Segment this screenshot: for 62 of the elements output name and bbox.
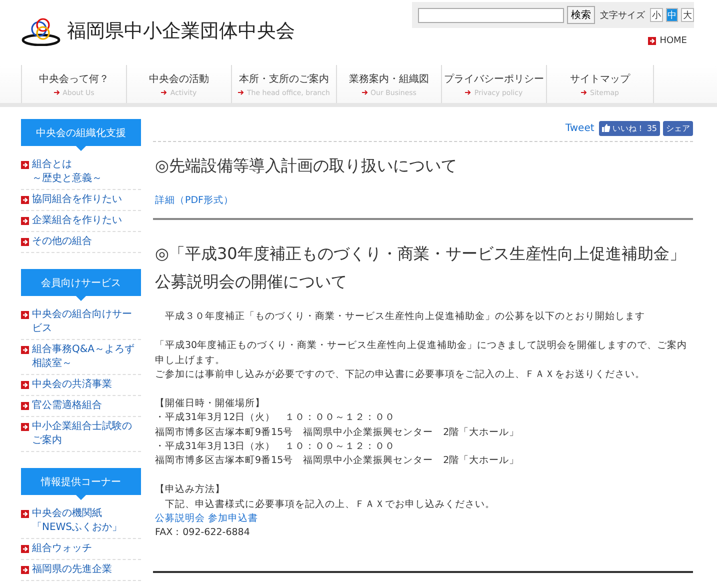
font-size-button[interactable]: 小 — [650, 8, 663, 22]
body-text: FAX：092-622-6884 — [155, 526, 251, 540]
home-link[interactable]: HOME — [648, 36, 687, 46]
logo-icon — [21, 16, 61, 46]
body-text: 下記、申込書様式に必要事項を記入の上、ＦＡＸでお申し込みください。 — [164, 498, 496, 512]
body-text: 「平成30年度補正ものづくり・商業・サービス生産性向上促進補助金」につきまして説明会を開催しますので、ご案内申し上げます。 — [155, 339, 688, 368]
arrow-icon — [21, 545, 29, 553]
thumbs-up-icon — [602, 124, 610, 132]
site-title: 福岡県中小企業団体中央会 — [67, 19, 295, 44]
like-button[interactable]: いいね！ 35 — [599, 120, 660, 136]
arrow-icon — [648, 37, 656, 45]
arrow-icon — [21, 238, 29, 246]
sidebar-link[interactable]: 中央会の共済事業 — [32, 378, 112, 392]
arrow-icon — [581, 90, 587, 95]
sidebar-link[interactable]: 組合ウォッチ — [32, 542, 92, 556]
body-text: ・平成31年3月13日（水） １０：００～１２：００ — [155, 440, 396, 454]
arrow-icon — [362, 90, 368, 95]
arrow-icon — [21, 402, 29, 410]
arrow-icon — [54, 90, 60, 95]
font-size-label: 文字サイズ — [600, 10, 645, 22]
sidebar-heading: 情報提供コーナー — [21, 468, 141, 500]
article-title: ◎「平成30年度補正ものづくり・商業・サービス生産性向上促進補助金」公募説明会の開催について — [155, 243, 686, 294]
sidebar-link[interactable]: 組合事務Q&A～よろず相談室～ — [32, 343, 141, 371]
search-button[interactable]: 検索 — [567, 6, 595, 24]
body-text: 【申込み方法】 — [155, 483, 226, 498]
sidebar-link[interactable]: 官公需適格組合 — [32, 399, 102, 413]
body-text: 福岡市博多区吉塚本町9番15号 福岡県中小企業振興センター 2階「大ホール」 — [155, 454, 520, 468]
sidebar-heading: 中央会の組織化支援 — [21, 119, 141, 151]
arrow-icon — [21, 566, 29, 574]
arrow-icon — [21, 196, 29, 204]
sidebar-link[interactable]: 企業組合を作りたい — [32, 214, 122, 228]
arrow-icon — [21, 311, 29, 319]
sidebar-link[interactable]: 組合とは ～歴史と意義～ — [32, 158, 102, 186]
arrow-icon — [21, 346, 29, 354]
arrow-icon — [21, 510, 29, 518]
sidebar-link[interactable]: 中小企業組合士試験のご案内 — [32, 420, 141, 448]
body-text: 【開催日時・開催場所】 — [155, 396, 266, 411]
share-button[interactable]: シェア — [663, 120, 693, 136]
tweet-link[interactable]: Tweet — [565, 122, 594, 134]
sidebar-link[interactable]: 福岡県の先進企業 — [32, 563, 112, 577]
sidebar-link[interactable]: 中央会の機関紙 「NEWSふくおか」 — [32, 507, 122, 535]
text-link[interactable]: 詳細（PDF形式） — [155, 194, 234, 208]
arrow-icon — [161, 90, 168, 95]
body-text: 福岡市博多区吉塚本町9番15号 福岡県中小企業振興センター 2階「大ホール」 — [155, 426, 520, 440]
sidebar-heading: 会員向けサービス — [21, 269, 141, 301]
arrow-icon — [21, 217, 29, 225]
body-text: ご参加には事前申し込みが必要ですので、下記の申込書に必要事項をご記入の上、ＦＡＸをお送りください。 — [155, 368, 646, 382]
sidebar-link[interactable]: 中央会の組合向けサービス — [32, 308, 141, 336]
arrow-icon — [21, 381, 29, 389]
sidebar-link[interactable]: その他の組合 — [32, 235, 92, 249]
arrow-icon — [21, 423, 29, 431]
font-size-button[interactable]: 大 — [681, 8, 694, 22]
sidebar-link[interactable]: 協同組合を作りたい — [32, 193, 122, 207]
body-text: ・平成31年3月12日（火） １０：００～１２：００ — [155, 411, 396, 426]
text-link[interactable]: 公募説明会 参加申込書 — [155, 512, 258, 526]
article-title: ◎先端設備等導入計画の取り扱いについて — [155, 155, 458, 177]
arrow-icon — [238, 90, 244, 95]
search-field[interactable] — [418, 8, 564, 22]
arrow-icon — [21, 161, 29, 169]
font-size-button[interactable]: 中 — [666, 8, 678, 22]
arrow-icon — [465, 90, 472, 95]
body-text: 平成３０年度補正「ものづくり・商業・サービス生産性向上促進補助金」の公募を以下のとおり開始します — [164, 310, 646, 324]
